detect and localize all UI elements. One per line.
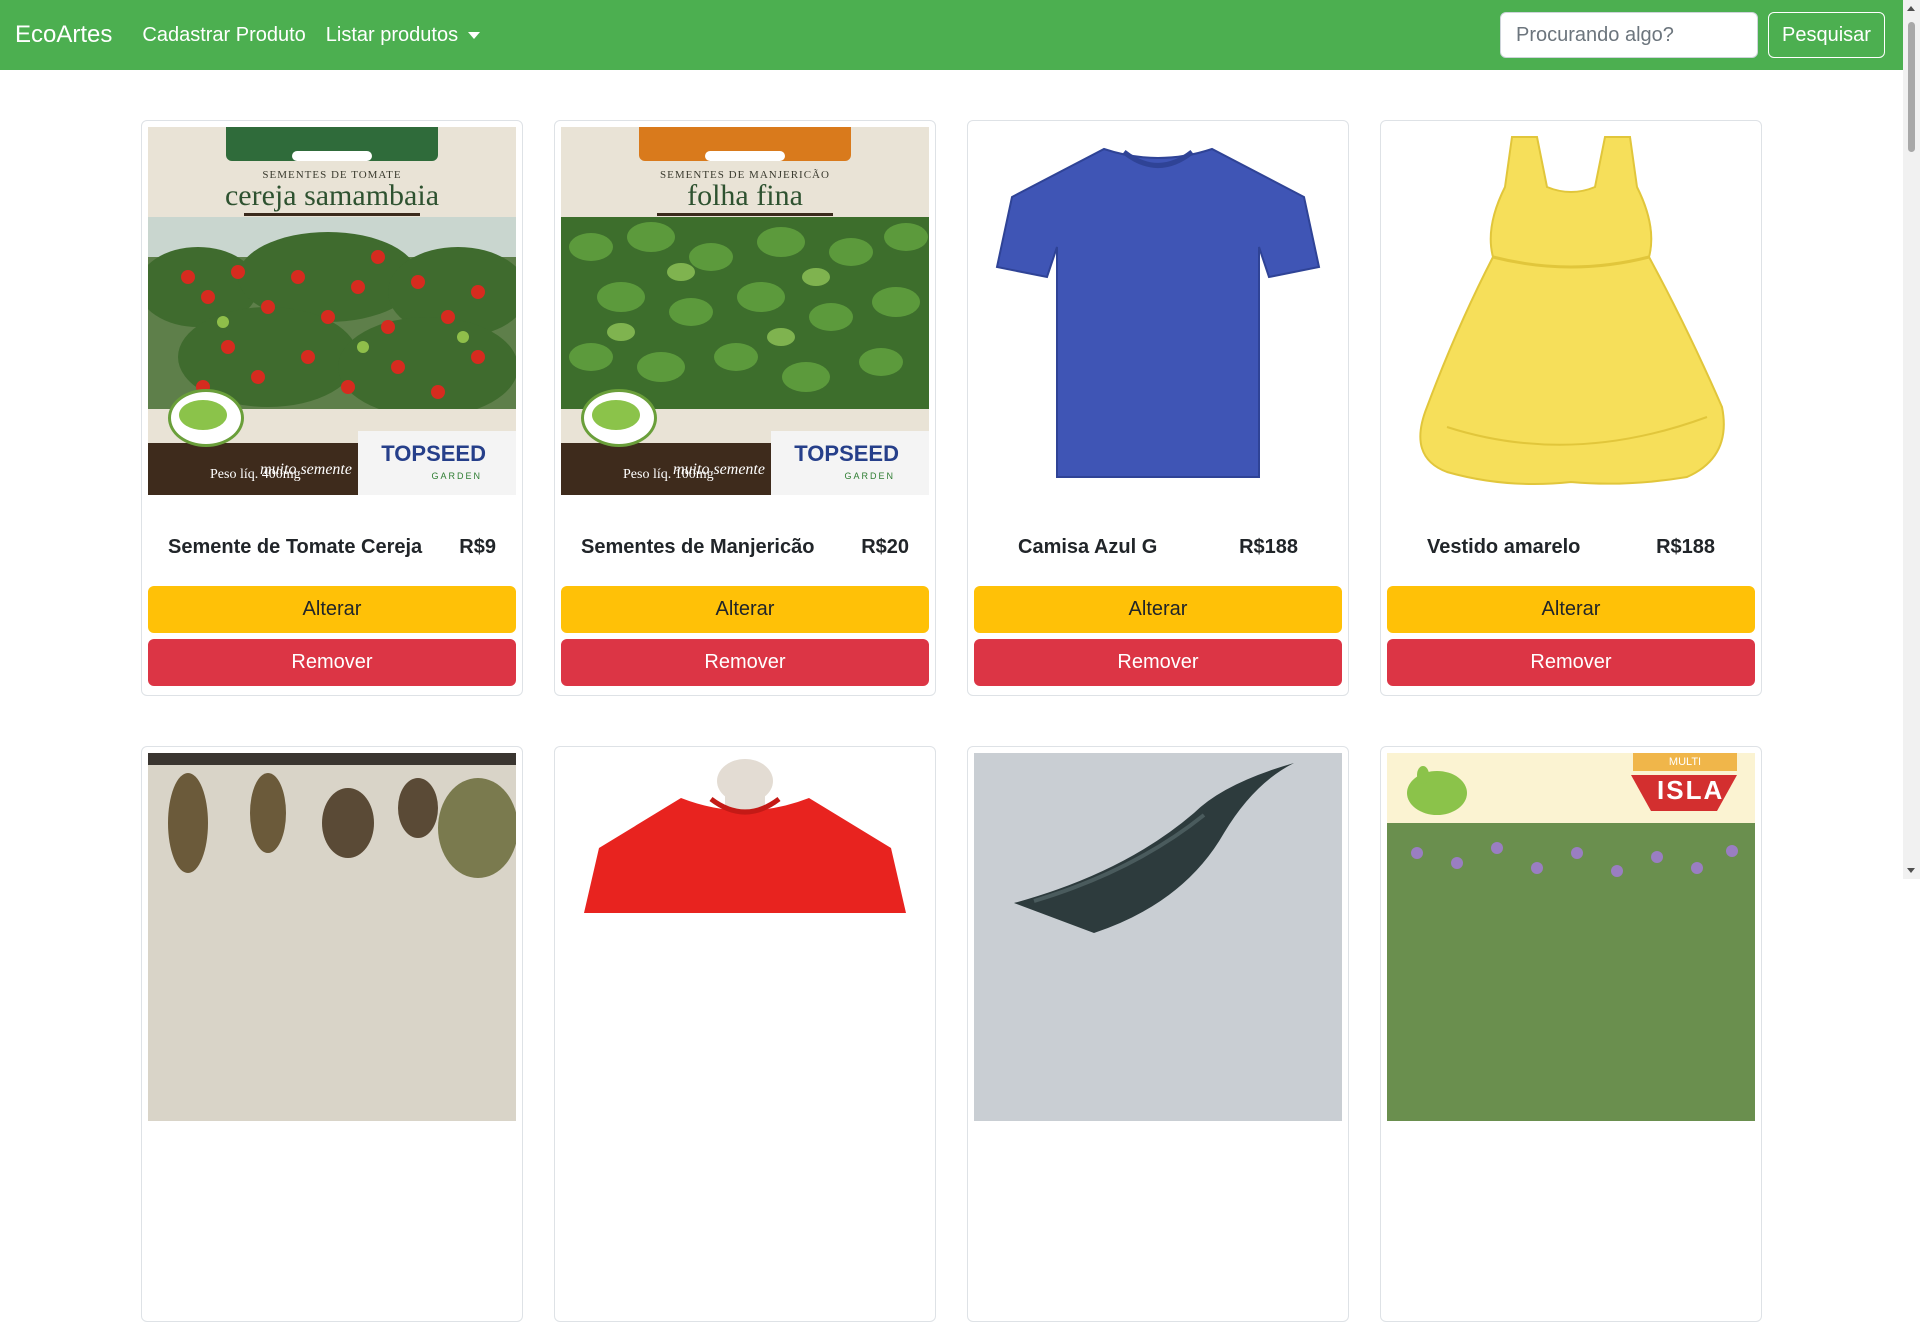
product-name: Vestido amarelo (1427, 535, 1581, 558)
pressed-leaves-image (148, 753, 516, 1121)
yellow-dress-image (1387, 127, 1755, 495)
brand-logo-topseed: TOPSEED (381, 441, 486, 466)
product-image: SEMENTES DE MANJERICÃO folha fina Peso l… (561, 127, 929, 495)
navbar: EcoArtes Cadastrar Produto Listar produt… (0, 0, 1903, 70)
scrollbar-thumb[interactable] (1908, 22, 1915, 152)
product-card (141, 746, 523, 1322)
edit-button[interactable]: Alterar (974, 586, 1342, 633)
packet-slogan: muito semente (260, 461, 352, 478)
card-body: Semente de Tomate Cereja R$9 (148, 527, 516, 567)
lavender-seed-packet-image (1387, 766, 1755, 1121)
product-name: Camisa Azul G (1018, 535, 1158, 558)
product-image (974, 127, 1342, 495)
chevron-down-icon (468, 31, 481, 39)
edit-button[interactable]: Alterar (561, 586, 929, 633)
product-image: MULTI ISLA (1387, 753, 1755, 1121)
remove-button[interactable]: Remover (148, 639, 516, 686)
scroll-up-arrow-icon[interactable] (1907, 6, 1915, 11)
nav-link-register-product[interactable]: Cadastrar Produto (142, 24, 305, 47)
red-tshirt-mannequin-image (561, 753, 929, 1121)
search-input[interactable] (1500, 12, 1758, 58)
product-card: SEMENTES DE TOMATE cereja samambaia Peso… (141, 120, 523, 696)
blue-tshirt-image (974, 127, 1342, 495)
product-card: Camisa Azul G R$188 Alterar Remover (967, 120, 1349, 696)
product-name: Semente de Tomate Cereja (168, 535, 423, 558)
remove-button[interactable]: Remover (561, 639, 929, 686)
product-card: SEMENTES DE MANJERICÃO folha fina Peso l… (554, 120, 936, 696)
product-image (561, 753, 929, 1121)
product-image (974, 753, 1342, 1121)
basil-plant-photo (561, 217, 929, 409)
remove-button[interactable]: Remover (1387, 639, 1755, 686)
brand-logo-subtitle: GARDEN (844, 471, 895, 481)
edit-button[interactable]: Alterar (148, 586, 516, 633)
product-name: Sementes de Manjericão (581, 535, 815, 558)
product-image (1387, 127, 1755, 495)
product-card (554, 746, 936, 1322)
organic-seal (168, 389, 244, 447)
nav-dropdown-list-products[interactable]: Listar produtos (325, 23, 481, 47)
packet-title: cereja samambaia (224, 179, 440, 212)
remove-button[interactable]: Remover (974, 639, 1342, 686)
product-image: SEMENTES DE TOMATE cereja samambaia Peso… (148, 127, 516, 495)
product-price: R$9 (459, 535, 496, 558)
brand-logo-topseed: TOPSEED (794, 441, 899, 466)
tomato-plant-photo (148, 217, 516, 409)
product-card (967, 746, 1349, 1322)
product-price: R$20 (861, 535, 909, 558)
packet-slogan: muito semente (673, 461, 765, 478)
packet-title: folha fina (687, 179, 803, 212)
product-price: R$188 (1656, 535, 1715, 558)
card-body: Sementes de Manjericão R$20 (561, 527, 929, 567)
product-price: R$188 (1239, 535, 1298, 558)
organic-seal (581, 389, 657, 447)
card-body: Camisa Azul G R$188 (974, 527, 1342, 567)
search-form: Pesquisar (1500, 12, 1885, 58)
product-card: Vestido amarelo R$188 Alterar Remover (1380, 120, 1762, 696)
page-scrollbar[interactable] (1903, 0, 1920, 879)
product-grid: SEMENTES DE TOMATE cereja samambaia Peso… (141, 120, 1762, 1322)
card-body: Vestido amarelo R$188 (1387, 527, 1755, 567)
product-image (148, 753, 516, 1121)
nav-dropdown-label: Listar produtos (325, 23, 459, 46)
scroll-down-arrow-icon[interactable] (1907, 868, 1915, 873)
product-card: MULTI ISLA (1380, 746, 1762, 1322)
search-button[interactable]: Pesquisar (1768, 12, 1885, 58)
brand-logo-isla: ISLA (1657, 775, 1725, 805)
carved-horn-sculpture-image (974, 753, 1342, 1121)
brand-logo-subtitle: GARDEN (431, 471, 482, 481)
brand-logo[interactable]: EcoArtes (15, 21, 112, 49)
edit-button[interactable]: Alterar (1387, 586, 1755, 633)
